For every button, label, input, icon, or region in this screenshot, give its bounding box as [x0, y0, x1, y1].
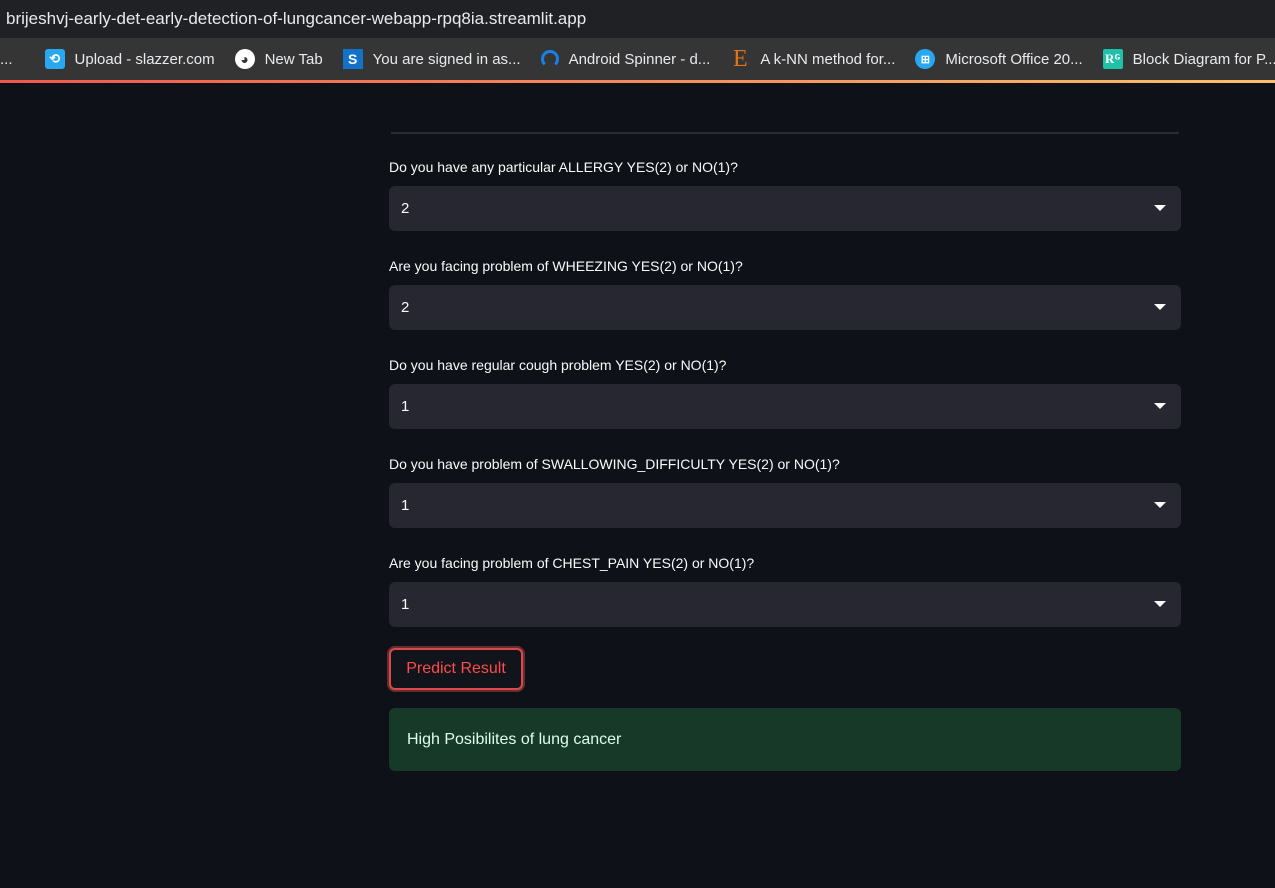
- slazzer-icon: ⟲: [44, 49, 65, 69]
- chest-pain-select[interactable]: 1: [389, 582, 1181, 627]
- bookmark-android-spinner[interactable]: Android Spinner - d...: [540, 50, 711, 68]
- spinner-logo-icon: [540, 50, 559, 68]
- bookmark-label: You are signed in as...: [372, 50, 521, 68]
- field-label: Are you facing problem of WHEEZING YES(2…: [389, 258, 743, 274]
- cough-select[interactable]: 1: [389, 384, 1181, 429]
- result-success-alert: High Posibilites of lung cancer: [389, 708, 1181, 771]
- url-text[interactable]: brijeshvj-early-det-early-detection-of-l…: [6, 9, 586, 29]
- field-cough: Do you have regular cough problem YES(2)…: [389, 354, 1181, 429]
- globe-icon: ◕: [234, 49, 255, 69]
- chevron-down-icon: [1154, 205, 1166, 211]
- bookmark-overflow[interactable]: ...: [0, 51, 13, 68]
- bookmark-knn-method[interactable]: E A k-NN method for...: [730, 45, 896, 72]
- bookmark-label: New Tab: [264, 50, 323, 68]
- predict-result-button[interactable]: Predict Result: [389, 648, 523, 690]
- app-main: Do you have any particular ALLERGY YES(2…: [0, 83, 1275, 888]
- field-chest-pain: Are you facing problem of CHEST_PAIN YES…: [389, 552, 1181, 627]
- bookmark-label: A k-NN method for...: [760, 50, 896, 68]
- result-text: High Posibilites of lung cancer: [407, 730, 622, 748]
- chevron-down-icon: [1154, 304, 1166, 310]
- chevron-down-icon: [1154, 502, 1166, 508]
- bookmarks-bar: ... ⟲ Upload - slazzer.com ◕ New Tab S Y…: [0, 38, 1275, 80]
- bookmark-block-diagram[interactable]: Rᴳ Block Diagram for P...: [1102, 49, 1275, 69]
- field-label: Do you have problem of SWALLOWING_DIFFIC…: [389, 456, 840, 472]
- field-swallowing-difficulty: Do you have problem of SWALLOWING_DIFFIC…: [389, 453, 1181, 528]
- field-wheezing: Are you facing problem of WHEEZING YES(2…: [389, 255, 1181, 330]
- field-allergy: Do you have any particular ALLERGY YES(2…: [389, 156, 1181, 231]
- field-label: Are you facing problem of CHEST_PAIN YES…: [389, 555, 755, 571]
- address-bar[interactable]: brijeshvj-early-det-early-detection-of-l…: [0, 0, 1275, 38]
- bookmark-label: Block Diagram for P...: [1132, 50, 1275, 68]
- researchgate-icon: Rᴳ: [1102, 49, 1123, 69]
- chevron-down-icon: [1154, 601, 1166, 607]
- bookmark-slazzer[interactable]: ⟲ Upload - slazzer.com: [44, 49, 215, 69]
- bookmark-microsoft-office[interactable]: ⊞ Microsoft Office 20...: [915, 49, 1083, 69]
- bookmark-new-tab[interactable]: ◕ New Tab: [234, 49, 323, 69]
- bookmark-signed-in[interactable]: S You are signed in as...: [342, 49, 521, 69]
- select-value: 1: [401, 497, 410, 514]
- chevron-down-icon: [1154, 403, 1166, 409]
- bookmark-label: Upload - slazzer.com: [74, 50, 215, 68]
- allergy-select[interactable]: 2: [389, 186, 1181, 231]
- swallowing-difficulty-select[interactable]: 1: [389, 483, 1181, 528]
- field-label: Do you have regular cough problem YES(2)…: [389, 357, 727, 373]
- select-value: 2: [401, 200, 410, 217]
- select-value: 1: [401, 398, 410, 415]
- bookmark-label: Microsoft Office 20...: [945, 50, 1083, 68]
- wheezing-select[interactable]: 2: [389, 285, 1181, 330]
- select-value: 1: [401, 596, 410, 613]
- elsevier-icon: E: [732, 45, 748, 72]
- field-label: Do you have any particular ALLERGY YES(2…: [389, 159, 738, 175]
- windows-icon: ⊞: [915, 49, 936, 69]
- divider: [391, 132, 1179, 134]
- s-logo-icon: S: [342, 49, 363, 69]
- bookmark-label: Android Spinner - d...: [568, 50, 711, 68]
- select-value: 2: [401, 299, 410, 316]
